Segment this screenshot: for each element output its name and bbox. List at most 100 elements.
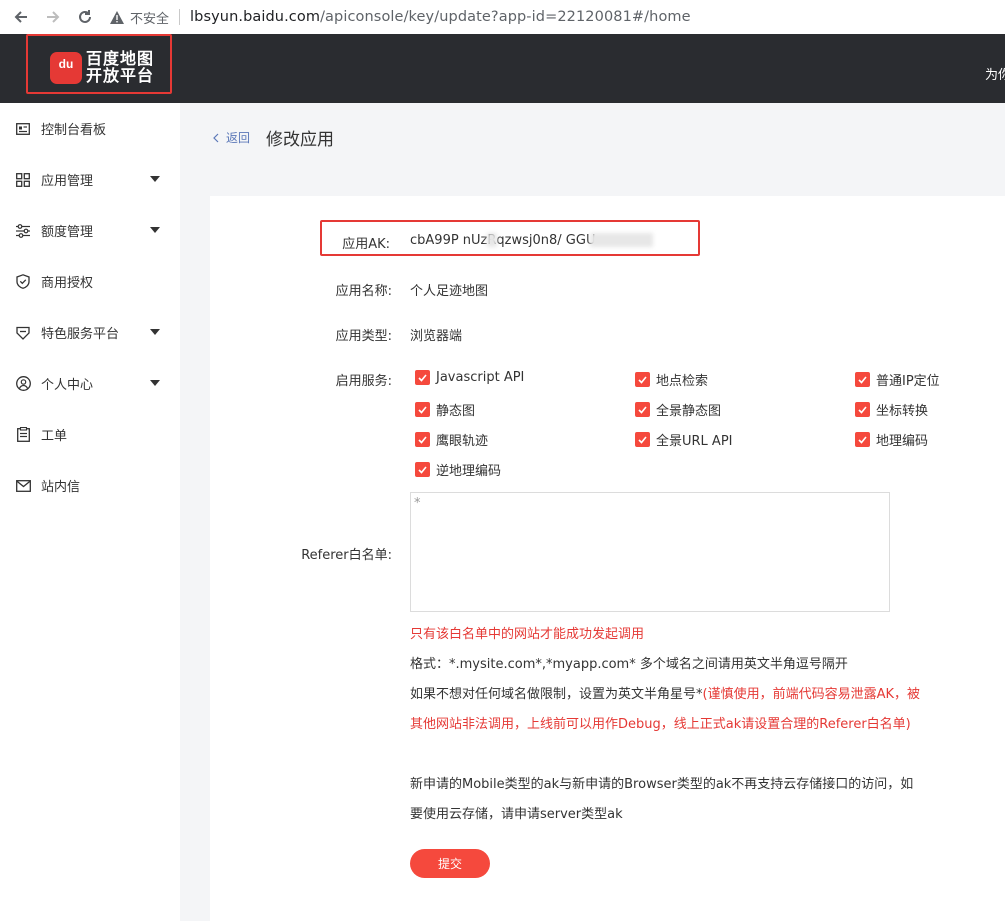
forward-arrow-icon[interactable] bbox=[42, 6, 64, 28]
service-checkbox[interactable]: 静态图 bbox=[415, 400, 475, 419]
service-label: 普通IP定位 bbox=[876, 374, 940, 389]
logo-line-2: 开放平台 bbox=[86, 66, 155, 85]
reload-icon[interactable] bbox=[74, 6, 96, 28]
sidebar: 控制台看板 应用管理 额度管理 商用授权 特色服务平台 个人中心 工单 站内信 bbox=[0, 103, 180, 921]
badge-icon bbox=[15, 325, 31, 341]
caret-down-icon bbox=[150, 380, 160, 386]
service-checkbox[interactable]: Javascript API bbox=[415, 370, 524, 385]
referer-label: Referer白名单: bbox=[301, 548, 392, 563]
back-link-label: 返回 bbox=[226, 131, 251, 145]
app-name-value: 个人足迹地图 bbox=[410, 284, 489, 299]
checkbox-checked-icon bbox=[855, 372, 870, 387]
dashboard-icon bbox=[15, 121, 31, 137]
caret-down-icon bbox=[150, 329, 160, 335]
edit-app-form: 应用AK: cbA99P nUzRqzwsj0n8/ GGU 应用名称: 个人足… bbox=[210, 196, 1005, 921]
service-checkbox[interactable]: 全景静态图 bbox=[635, 400, 721, 419]
insecure-indicator[interactable]: 不安全 bbox=[110, 8, 169, 27]
checkbox-checked-icon bbox=[855, 402, 870, 417]
url-text[interactable]: lbsyun.baidu.com/apiconsole/key/update?a… bbox=[190, 9, 691, 25]
sidebar-item-label: 控制台看板 bbox=[41, 123, 107, 138]
checkbox-checked-icon bbox=[635, 402, 650, 417]
service-checkbox[interactable]: 普通IP定位 bbox=[855, 370, 940, 389]
sidebar-item-commercial-license[interactable]: 商用授权 bbox=[0, 256, 180, 307]
back-link[interactable]: 返回 bbox=[213, 129, 250, 146]
sidebar-item-label: 站内信 bbox=[41, 480, 81, 495]
sidebar-item-dashboard[interactable]: 控制台看板 bbox=[0, 103, 180, 154]
sidebar-item-label: 商用授权 bbox=[41, 276, 94, 291]
page-title: 修改应用 bbox=[266, 130, 334, 150]
service-label: 地点检索 bbox=[656, 374, 709, 389]
chevron-left-icon bbox=[213, 133, 219, 142]
sidebar-item-messages[interactable]: 站内信 bbox=[0, 460, 180, 511]
service-checkbox[interactable]: 地点检索 bbox=[635, 370, 708, 389]
warning-icon bbox=[110, 10, 124, 24]
sidebar-item-label: 工单 bbox=[41, 429, 68, 444]
service-checkbox[interactable]: 全景URL API bbox=[635, 430, 733, 449]
shield-icon bbox=[15, 274, 31, 290]
grid-icon bbox=[15, 172, 31, 188]
service-checkbox[interactable]: 鹰眼轨迹 bbox=[415, 430, 488, 449]
service-checkbox[interactable]: 地理编码 bbox=[855, 430, 928, 449]
top-header: du 百度地图 开放平台 为你 bbox=[0, 34, 1005, 103]
caret-down-icon bbox=[150, 176, 160, 182]
clipboard-icon bbox=[15, 427, 31, 443]
logo[interactable]: du 百度地图 开放平台 bbox=[26, 34, 172, 94]
app-type-label: 应用类型: bbox=[335, 329, 392, 344]
app-type-value: 浏览器端 bbox=[410, 329, 463, 344]
user-icon bbox=[15, 376, 31, 392]
ak-label: 应用AK: bbox=[342, 237, 390, 252]
browser-bar: 不安全 lbsyun.baidu.com/apiconsole/key/upda… bbox=[0, 0, 1005, 35]
back-arrow-icon[interactable] bbox=[10, 6, 32, 28]
app-name-label: 应用名称: bbox=[335, 284, 392, 299]
services-label: 启用服务: bbox=[335, 374, 392, 389]
service-label: 鹰眼轨迹 bbox=[436, 434, 489, 449]
sidebar-item-personal-center[interactable]: 个人中心 bbox=[0, 358, 180, 409]
service-label: Javascript API bbox=[436, 370, 525, 385]
whitelist-note: 只有该白名单中的网站才能成功发起调用 bbox=[410, 627, 645, 642]
insecure-label: 不安全 bbox=[130, 11, 170, 27]
checkbox-checked-icon bbox=[415, 462, 430, 477]
service-label: 全景静态图 bbox=[656, 404, 722, 419]
service-checkbox[interactable]: 逆地理编码 bbox=[415, 460, 501, 479]
address-bar[interactable]: 不安全 lbsyun.baidu.com/apiconsole/key/upda… bbox=[110, 5, 691, 29]
sidebar-item-label: 应用管理 bbox=[41, 174, 94, 189]
checkbox-checked-icon bbox=[635, 432, 650, 447]
service-checkbox[interactable]: 坐标转换 bbox=[855, 400, 928, 419]
sidebar-item-quota-management[interactable]: 额度管理 bbox=[0, 205, 180, 256]
url-path: /apiconsole/key/update?app-id=22120081#/… bbox=[320, 9, 691, 25]
address-separator bbox=[179, 9, 181, 25]
ak-redaction bbox=[590, 233, 653, 247]
format-note: 格式：*.mysite.com*,*myapp.com* 多个域名之间请用英文半… bbox=[410, 657, 848, 672]
logo-text: 百度地图 开放平台 bbox=[86, 50, 154, 84]
referer-whitelist-input[interactable]: * bbox=[410, 492, 890, 612]
map-pin-logo-icon: du bbox=[50, 52, 82, 84]
ak-value: cbA99P nUzRqzwsj0n8/ GGU bbox=[410, 233, 596, 248]
logo-line-1: 百度地图 bbox=[86, 49, 155, 68]
caret-down-icon bbox=[150, 227, 160, 233]
sidebar-item-app-management[interactable]: 应用管理 bbox=[0, 154, 180, 205]
sidebar-item-label: 额度管理 bbox=[41, 225, 94, 240]
checkbox-checked-icon bbox=[635, 372, 650, 387]
service-label: 坐标转换 bbox=[876, 404, 929, 419]
header-right-text[interactable]: 为你 bbox=[985, 64, 1005, 83]
logo-mark: du bbox=[58, 57, 74, 71]
limit-note: 如果不想对任何域名做限制，设置为英文半角星号*(谨慎使用，前端代码容易泄露AK，… bbox=[410, 680, 920, 740]
checkbox-checked-icon bbox=[415, 402, 430, 417]
sidebar-item-featured-services[interactable]: 特色服务平台 bbox=[0, 307, 180, 358]
checkbox-checked-icon bbox=[415, 432, 430, 447]
sidebar-item-work-order[interactable]: 工单 bbox=[0, 409, 180, 460]
checkbox-checked-icon bbox=[415, 370, 430, 385]
limit-note-prefix: 如果不想对任何域名做限制，设置为英文半角星号* bbox=[410, 687, 703, 702]
service-label: 静态图 bbox=[436, 404, 476, 419]
main-content: 返回 修改应用 应用AK: cbA99P nUzRqzwsj0n8/ GGU 应… bbox=[180, 103, 1005, 921]
service-label: 全景URL API bbox=[656, 434, 733, 449]
submit-button[interactable]: 提交 bbox=[410, 849, 490, 878]
sliders-icon bbox=[15, 223, 31, 239]
mobile-note: 新申请的Mobile类型的ak与新申请的Browser类型的ak不再支持云存储接… bbox=[410, 777, 914, 822]
ak-redaction bbox=[487, 233, 497, 247]
sidebar-item-label: 特色服务平台 bbox=[41, 327, 120, 342]
service-label: 地理编码 bbox=[876, 434, 929, 449]
service-label: 逆地理编码 bbox=[436, 464, 502, 479]
url-host: lbsyun.baidu.com bbox=[190, 9, 321, 25]
mail-icon bbox=[15, 478, 31, 494]
